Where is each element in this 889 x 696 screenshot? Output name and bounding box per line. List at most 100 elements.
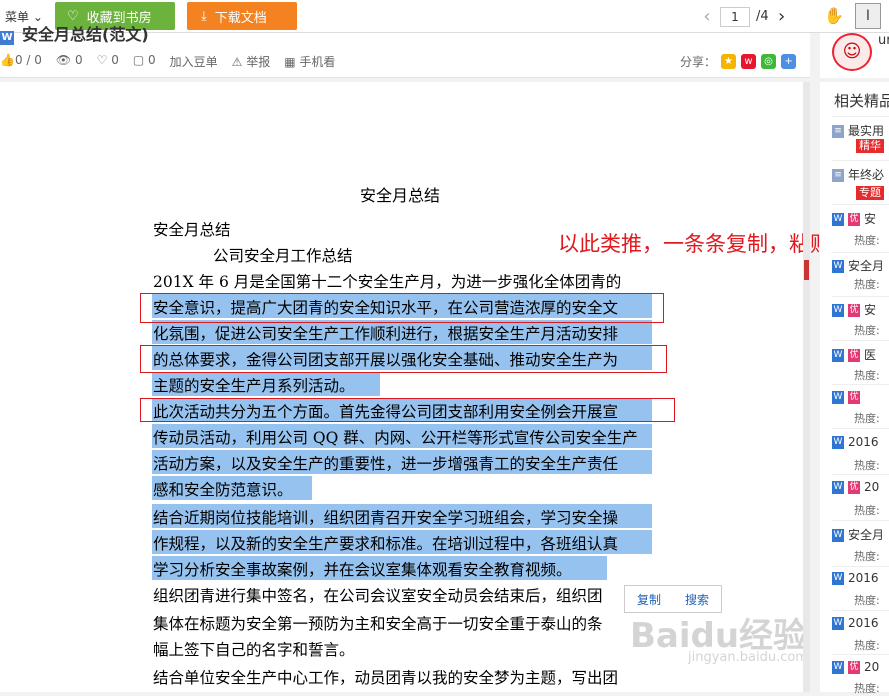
tag-badge: 专题	[856, 186, 884, 200]
pager: ‹ 1 /4 ›	[700, 6, 789, 27]
sidebar-item-label: 安全月	[848, 259, 885, 273]
sidebar-item[interactable]: ≡ 年终必	[832, 166, 884, 183]
mobile-view-link[interactable]: ▦ 手机看	[284, 53, 335, 70]
heat-label: 热度:	[854, 682, 880, 695]
premium-icon: 优	[848, 349, 860, 362]
word-doc-icon: W	[0, 31, 14, 45]
doc-line: 活动方案，以及安全生产的重要性，进一步增强青工的安全生产责任	[153, 455, 619, 473]
doc-line: 201X 年 6 月是全国第十二个安全生产月，为进一步强化全体团青的	[153, 273, 622, 291]
sidebar-item[interactable]: W 2016	[832, 571, 879, 585]
next-page-icon[interactable]: ›	[775, 6, 789, 27]
copy-button[interactable]: 复制	[637, 591, 661, 608]
sidebar-item[interactable]: W 优 20	[832, 660, 879, 674]
word-doc-icon: W	[832, 661, 844, 674]
heat-label: 热度:	[854, 639, 880, 652]
word-doc-icon: W	[832, 572, 844, 585]
word-doc-icon: W	[832, 349, 844, 362]
avatar[interactable]: ☺	[832, 33, 872, 71]
views-stat: 👁 0	[55, 53, 83, 67]
doc-line: 集体在标题为安全第一预防为主和安全高于一切安全重于泰山的条	[153, 615, 603, 633]
sidebar-item[interactable]: ≡ 最实用	[832, 122, 884, 139]
sidebar-item[interactable]: W优安	[832, 210, 876, 227]
tag-badge: 精华	[856, 139, 884, 153]
word-doc-icon: W	[832, 304, 844, 317]
likes-stat[interactable]: 👍0 / 0	[0, 53, 42, 70]
fav-count: 0	[111, 53, 119, 67]
doc-line: 感和安全防范意识。	[153, 481, 293, 499]
sidebar-item[interactable]: W 2016	[832, 435, 879, 449]
doc-line: 幅上签下自己的名字和誓言。	[153, 641, 355, 659]
sidebar-item[interactable]: W 安全月	[832, 257, 884, 274]
download-label: 下载文档	[214, 10, 267, 26]
divider	[832, 654, 889, 655]
sidebar-item-label: 2016	[848, 571, 879, 585]
report-label: 举报	[246, 55, 271, 69]
divider	[832, 116, 889, 117]
sidebar-item[interactable]: W 2016	[832, 616, 879, 630]
word-doc-icon: W	[832, 436, 844, 449]
fav-stat[interactable]: ♡ 0	[97, 53, 119, 70]
doc-line: 传动员活动，利用公司 QQ 群、内网、公开栏等形式宣传公司安全生产	[153, 429, 638, 447]
sidebar-item-label: 安	[864, 303, 877, 317]
divider	[832, 204, 889, 205]
select-tool-icon[interactable]: I	[855, 3, 881, 29]
sidebar-item[interactable]: W 安全月	[832, 526, 884, 543]
word-doc-icon: W	[832, 391, 844, 404]
sidebar-item-label: 安	[864, 212, 877, 226]
qzone-share-icon[interactable]: ★	[721, 54, 737, 69]
hand-tool-icon[interactable]: ✋	[822, 4, 846, 28]
views-count: 0	[74, 53, 83, 67]
annotation-box	[140, 345, 667, 373]
favorite-label: 收藏到书房	[86, 10, 152, 26]
page-input[interactable]: 1	[720, 6, 750, 27]
sidebar-item[interactable]: W优	[832, 390, 864, 404]
annotation-box	[140, 398, 675, 422]
scroll-marker[interactable]	[804, 260, 809, 280]
prev-page-icon[interactable]: ‹	[700, 6, 714, 27]
search-button[interactable]: 搜索	[685, 591, 709, 608]
divider	[832, 566, 889, 567]
doc-title: W 安全月总结(范文)	[0, 25, 149, 45]
divider	[832, 296, 889, 297]
heat-label: 热度:	[854, 234, 880, 247]
premium-icon: 优	[848, 661, 860, 674]
doc-icon: ≡	[832, 125, 844, 138]
weibo-share-icon[interactable]: w	[741, 54, 757, 69]
sidebar-item[interactable]: W优医	[832, 346, 876, 363]
word-doc-icon: W	[832, 529, 844, 542]
doc-scrollbar[interactable]	[803, 82, 810, 692]
related-sidebar: 相关精品 ≡ 最实用 精华 ≡ 年终必 专题 W优安 热度: W 安全月 热度: W优…	[820, 82, 889, 695]
sidebar-item[interactable]: W 优 20	[832, 480, 879, 494]
more-share-icon[interactable]: +	[781, 54, 797, 69]
wechat-share-icon[interactable]: ◎	[761, 54, 777, 69]
heat-label: 热度:	[854, 369, 880, 382]
page-total: /4	[756, 9, 769, 24]
doc-info-bar: W 安全月总结(范文) 👍0 / 0 👁 0 ♡ 0 ▢ 0 加入豆单 ⚠ 举报…	[0, 25, 810, 78]
watermark-url: jingyan.baidu.com	[688, 650, 808, 665]
download-button[interactable]: ⤓ 下载文档	[187, 2, 297, 30]
sidebar-item[interactable]: W优安	[832, 301, 876, 318]
heart-icon: ♡	[67, 8, 79, 24]
divider	[832, 340, 889, 341]
menu-dropdown[interactable]: 菜单 ⌄	[5, 8, 43, 25]
menu-label: 菜单	[5, 10, 30, 24]
add-douban-link[interactable]: 加入豆单	[170, 53, 218, 70]
sidebar-item-label: 安全月	[848, 528, 885, 542]
heat-label: 热度:	[854, 412, 880, 425]
sidebar-item-label: 年终必	[848, 168, 885, 182]
user-name[interactable]: ur	[878, 33, 889, 48]
doc-line: 结合近期岗位技能培训，组织团青召开安全学习班组会，学习安全操	[153, 509, 619, 527]
report-link[interactable]: ⚠ 举报	[232, 53, 271, 70]
doc-title-text: 安全月总结(范文)	[22, 25, 149, 44]
divider	[832, 252, 889, 253]
word-doc-icon: W	[832, 617, 844, 630]
divider	[832, 160, 889, 161]
doc-meta: 👍0 / 0 👁 0 ♡ 0 ▢ 0 加入豆单 ⚠ 举报 ▦ 手机看	[0, 53, 335, 70]
heat-label: 热度:	[854, 278, 880, 291]
sidebar-item-label: 2016	[848, 616, 879, 630]
comment-stat[interactable]: ▢ 0	[133, 53, 156, 70]
premium-icon: 优	[848, 481, 860, 494]
sidebar-item-label: 20	[864, 480, 880, 494]
annotation-text: 以此类推，一条条复制，粘贴	[558, 232, 831, 256]
divider	[832, 428, 889, 429]
